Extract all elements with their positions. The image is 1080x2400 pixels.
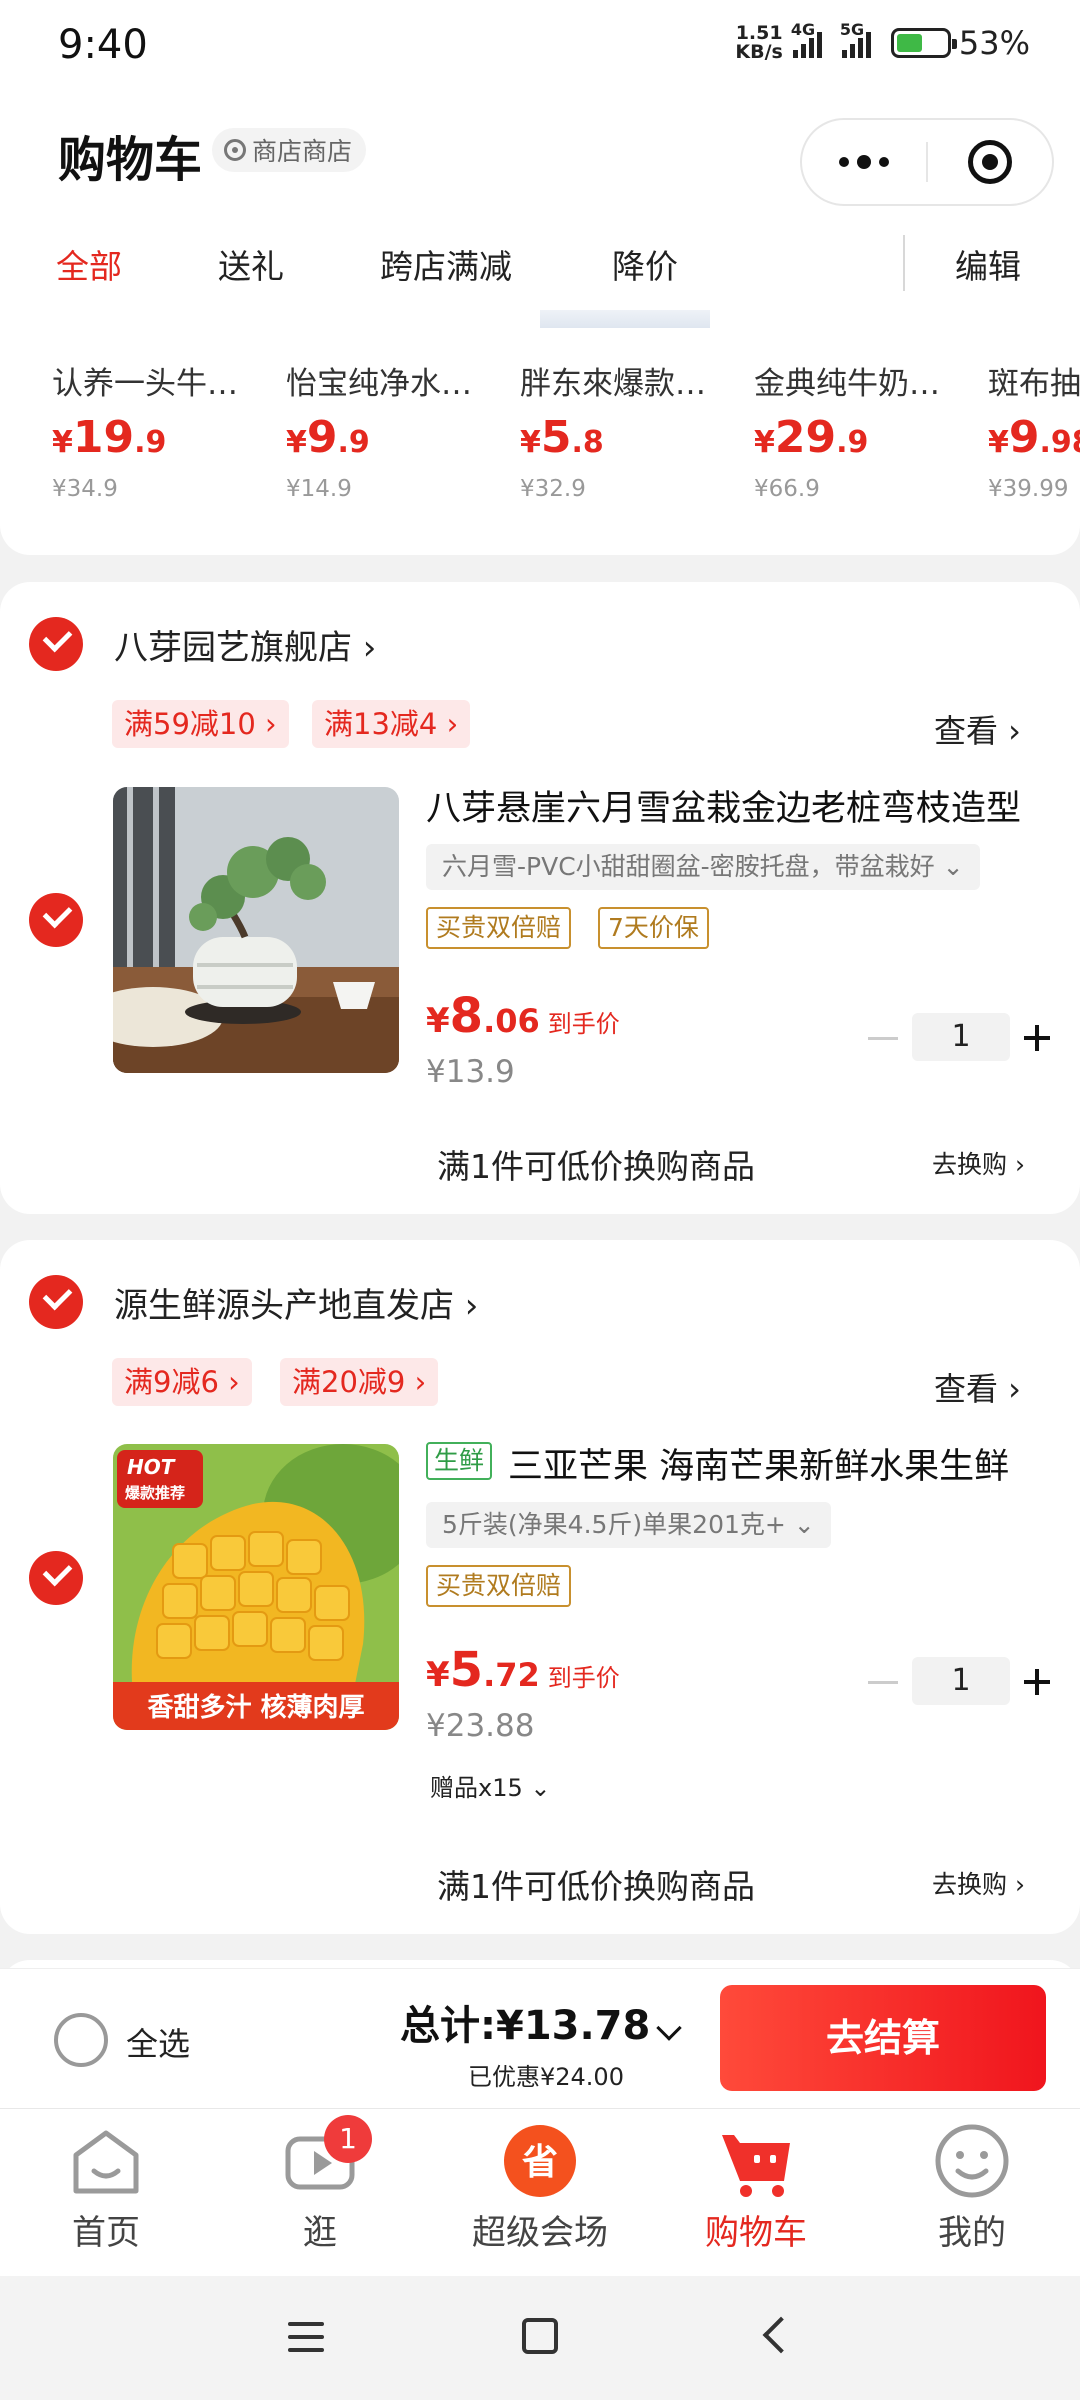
checkout-button[interactable]: 去结算: [720, 1985, 1046, 2091]
system-nav-bar: [0, 2276, 1080, 2400]
rec-price: ¥9.9: [286, 412, 370, 463]
tab-gift[interactable]: 送礼: [218, 240, 284, 288]
recommendation-strip: 认养一头牛… ¥19.9 ¥34.9 怡宝纯净水… ¥9.9 ¥14.9 胖东來…: [0, 290, 1080, 555]
exchange-link[interactable]: 去换购 ›: [932, 1145, 1025, 1181]
profile-icon: [932, 2121, 1012, 2201]
product-title[interactable]: 八芽悬崖六月雪盆栽金边老桩弯枝造型: [426, 780, 1056, 831]
tab-cross-store[interactable]: 跨店满减: [380, 240, 512, 288]
network-speed: 1.51 KB/s: [735, 22, 783, 63]
decrease-qty-button[interactable]: [868, 1037, 898, 1040]
increase-qty-button[interactable]: [1024, 1023, 1054, 1053]
hot-badge-label: 爆款推荐: [125, 1484, 185, 1502]
video-icon: 1: [280, 2115, 372, 2201]
select-all-label[interactable]: 全选: [126, 2019, 190, 2065]
signal-4g-icon: 4G: [791, 20, 822, 58]
exchange-text: 满1件可低价换购商品: [437, 1867, 755, 1906]
svg-text:省: 省: [522, 2142, 558, 2183]
nav-browse[interactable]: 1 逛: [220, 2115, 420, 2254]
exchange-text: 满1件可低价换购商品: [437, 1147, 755, 1186]
store-chip[interactable]: 商店商店: [212, 128, 367, 172]
sku-selector[interactable]: 六月雪-PVC小甜甜圈盆-密胺托盘，带盆栽好 ⌄: [426, 844, 980, 890]
target-icon: [967, 140, 1012, 184]
exchange-link[interactable]: 去换购 ›: [932, 1865, 1025, 1901]
select-all-radio[interactable]: [54, 2013, 108, 2067]
super-venue-icon: 省: [500, 2121, 580, 2201]
battery-icon: [890, 28, 957, 58]
image-caption: 香甜多汁 核薄肉厚: [147, 1692, 364, 1723]
view-promos-link[interactable]: 查看 ›: [934, 1364, 1021, 1410]
promo-chip[interactable]: 满13减4 ›: [312, 700, 471, 748]
fresh-tag: 生鲜: [426, 1442, 493, 1480]
home-icon: [66, 2121, 146, 2201]
total-price: 总计:¥13.78: [400, 2003, 651, 2049]
shop-checkbox[interactable]: [29, 617, 83, 671]
discount-amount: 已优惠¥24.00: [468, 2063, 624, 2091]
item-checkbox[interactable]: [29, 893, 83, 947]
header: 购物车 商店商店: [0, 100, 1080, 210]
view-promos-link[interactable]: 查看 ›: [934, 706, 1021, 752]
quantity-input[interactable]: 1: [912, 1013, 1010, 1061]
status-time: 9:40: [58, 22, 148, 68]
home-button-icon[interactable]: [522, 2318, 558, 2354]
shop-card: 源生鲜源头产地直发店 › 满9减6 › 满20减9 › 查看 › HOT 爆款推…: [0, 1240, 1080, 1934]
promo-chip[interactable]: 满59减10 ›: [112, 700, 289, 748]
chevron-down-icon[interactable]: [656, 2015, 682, 2041]
signal-5g-icon: 5G: [840, 20, 871, 58]
sku-selector[interactable]: 5斤装(净果4.5斤)单果201克+ ⌄: [426, 1502, 831, 1548]
recent-apps-icon[interactable]: [288, 2322, 324, 2361]
bonsai-image: [113, 787, 399, 1073]
location-icon: [224, 139, 246, 161]
status-bar: 9:40 1.51 KB/s 4G 5G 53%: [0, 0, 1080, 90]
tab-divider: [903, 235, 905, 291]
nav-super-venue[interactable]: 省 超级会场: [440, 2121, 640, 2254]
mango-image: HOT 爆款推荐 香甜多汁 核薄肉厚: [113, 1444, 399, 1730]
product-image-bonsai[interactable]: [113, 787, 399, 1073]
shop-name[interactable]: 源生鲜源头产地直发店 ›: [114, 1278, 478, 1327]
status-indicators: 1.51 KB/s 4G 5G 53%: [735, 20, 1030, 63]
tab-price-drop[interactable]: 降价: [612, 240, 678, 288]
page-title: 购物车: [58, 132, 203, 188]
product-title[interactable]: 三亚芒果 海南芒果新鲜水果生鲜: [508, 1438, 1058, 1489]
rec-price: ¥29.9: [754, 412, 869, 463]
shop-name[interactable]: 八芽园艺旗舰店 ›: [114, 620, 376, 669]
mini-program-capsule: [800, 118, 1054, 206]
bottom-nav: 首页 1 逛 省 超级会场 购物车 我的: [0, 2108, 1080, 2276]
nav-profile[interactable]: 我的: [872, 2121, 1072, 2254]
close-miniprogram-button[interactable]: [928, 120, 1052, 204]
shopping-cart-icon: [716, 2121, 796, 2201]
final-price: ¥5.72 到手价: [426, 1642, 620, 1698]
final-price: ¥8.06 到手价: [426, 988, 620, 1044]
shop-checkbox[interactable]: [29, 1275, 83, 1329]
top-area: 9:40 1.51 KB/s 4G 5G 53% 购物车 商店商店 全部 送礼 …: [0, 0, 1080, 310]
guarantee-tag: 买贵双倍赔: [426, 1565, 572, 1607]
item-checkbox[interactable]: [29, 1551, 83, 1605]
guarantee-tag: 买贵双倍赔: [426, 907, 572, 949]
quantity-input[interactable]: 1: [912, 1657, 1010, 1705]
price-protect-tag: 7天价保: [598, 907, 709, 949]
hot-label: HOT: [127, 1455, 176, 1479]
nav-cart[interactable]: 购物车: [656, 2121, 856, 2254]
increase-qty-button[interactable]: [1024, 1667, 1054, 1697]
filter-tabs: 全部 送礼 跨店满减 降价 编辑: [0, 225, 1080, 300]
rec-price: ¥5.8: [520, 412, 604, 463]
checkout-bar: 全选 总计:¥13.78 已优惠¥24.00 去结算: [0, 1968, 1080, 2108]
decrease-qty-button[interactable]: [868, 1681, 898, 1684]
edit-button[interactable]: 编辑: [955, 240, 1021, 288]
original-price: ¥13.9: [426, 1054, 515, 1090]
tab-all[interactable]: 全部: [56, 240, 122, 288]
battery-indicator: 53%: [890, 24, 1030, 62]
gift-selector[interactable]: 赠品x15 ⌄: [430, 1768, 550, 1803]
more-options-button[interactable]: [802, 120, 926, 204]
rec-price: ¥9.98: [988, 412, 1080, 463]
promo-chip[interactable]: 满20减9 ›: [280, 1358, 439, 1406]
rec-price: ¥19.9: [52, 412, 167, 463]
nav-home[interactable]: 首页: [6, 2121, 206, 2254]
back-icon[interactable]: [762, 2316, 800, 2354]
promo-chip[interactable]: 满9减6 ›: [112, 1358, 252, 1406]
shop-card: 八芽园艺旗舰店 › 满59减10 › 满13减4 › 查看 › 八芽悬崖六月雪盆…: [0, 582, 1080, 1214]
original-price: ¥23.88: [426, 1708, 535, 1744]
notification-badge: 1: [324, 2115, 372, 2163]
product-image-mango[interactable]: HOT 爆款推荐 香甜多汁 核薄肉厚: [113, 1444, 399, 1730]
